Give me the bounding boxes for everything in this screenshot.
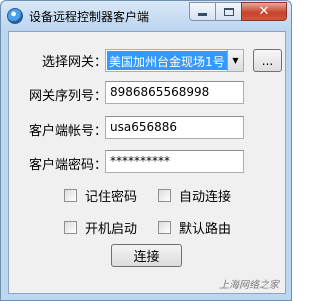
- client-password-field[interactable]: **********: [105, 150, 244, 173]
- title-bar[interactable]: 设备远程控制器客户端 ✕: [1, 1, 291, 31]
- auto-connect-box[interactable]: [158, 189, 171, 202]
- app-globe-icon: [7, 8, 23, 24]
- default-route-checkbox[interactable]: 默认路由: [158, 218, 231, 237]
- gateway-select[interactable]: 美国加州台金现场1号 ▼: [105, 49, 244, 72]
- client-account-label: 客户端帐号：: [29, 124, 108, 139]
- chevron-down-icon[interactable]: ▼: [227, 50, 243, 71]
- minimize-icon: [198, 13, 207, 16]
- startup-on-boot-label: 开机启动: [85, 222, 138, 237]
- watermark-text: 上海网络之家: [219, 280, 279, 291]
- remember-password-box[interactable]: [64, 189, 77, 202]
- maximize-button[interactable]: [215, 2, 241, 21]
- maximize-icon: [223, 7, 234, 16]
- gateway-serial-field[interactable]: 8986865568998: [105, 81, 244, 104]
- gateway-serial-label: 网关序列号：: [29, 89, 108, 104]
- form-panel: 选择网关： 美国加州台金现场1号 ▼ ... 网关序列号： 8986865568…: [8, 31, 286, 294]
- auto-connect-label: 自动连接: [179, 190, 232, 205]
- client-password-label: 客户端密码：: [29, 158, 108, 173]
- gateway-select-label: 选择网关：: [42, 55, 108, 70]
- remember-password-label: 记住密码: [85, 190, 138, 205]
- close-icon: ✕: [258, 4, 270, 19]
- auto-connect-checkbox[interactable]: 自动连接: [158, 186, 231, 205]
- minimize-button[interactable]: [189, 2, 215, 21]
- close-button[interactable]: ✕: [241, 2, 287, 21]
- default-route-box[interactable]: [158, 221, 171, 234]
- gateway-select-value: 美国加州台金现场1号: [107, 51, 227, 70]
- connect-button[interactable]: 连接: [111, 244, 182, 267]
- window-title: 设备远程控制器客户端: [29, 10, 150, 24]
- client-account-field[interactable]: usa656886: [105, 116, 244, 139]
- startup-on-boot-box[interactable]: [64, 221, 77, 234]
- startup-on-boot-checkbox[interactable]: 开机启动: [64, 218, 137, 237]
- remember-password-checkbox[interactable]: 记住密码: [64, 186, 137, 205]
- default-route-label: 默认路由: [179, 222, 232, 237]
- app-window: 设备远程控制器客户端 ✕ 选择网关： 美国加州台金现场1号 ▼ ... 网关序列…: [0, 0, 292, 301]
- browse-button[interactable]: ...: [253, 49, 282, 72]
